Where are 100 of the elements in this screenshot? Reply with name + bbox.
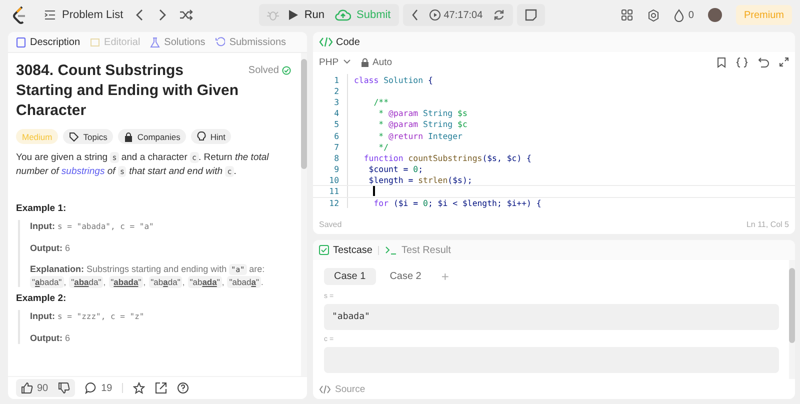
dislike-button[interactable] <box>53 379 76 397</box>
comment-icon <box>85 382 98 394</box>
tag-chip[interactable]: Topics <box>63 129 114 144</box>
input-field[interactable]: "abada" <box>324 304 779 330</box>
streak-counter[interactable]: 0 <box>674 8 694 22</box>
line-number: 12 <box>328 198 339 208</box>
substring-example: "abada" , <box>69 277 106 287</box>
drop-icon <box>674 8 684 22</box>
auto-mode-label[interactable]: Auto <box>360 56 392 68</box>
run-button[interactable]: Run <box>289 9 324 21</box>
code-line: * @return Integer <box>378 130 462 141</box>
thumbs-down-icon <box>58 382 70 394</box>
layout-grid-icon[interactable] <box>621 9 634 21</box>
substring-example: "abada" , <box>30 277 66 287</box>
note-icon[interactable] <box>524 9 537 21</box>
substring-example: "abada" , <box>148 277 185 287</box>
line-number: 2 <box>333 86 339 96</box>
expand-icon[interactable] <box>779 57 789 67</box>
logo-icon[interactable] <box>12 6 28 24</box>
panel-tab[interactable]: Solutions <box>150 36 206 48</box>
lightbulb-icon <box>197 131 206 142</box>
scrollbar[interactable] <box>789 260 795 379</box>
thumbs-up-icon <box>21 382 33 394</box>
language-dropdown[interactable]: PHP <box>319 56 351 68</box>
flask-icon <box>150 36 160 48</box>
panel-tab[interactable]: Test Result <box>385 244 451 256</box>
save-status: Saved <box>319 220 342 228</box>
chevron-left-icon[interactable] <box>135 9 146 21</box>
cloud-upload-icon <box>334 9 350 21</box>
code-icon <box>319 37 333 47</box>
like-button[interactable]: 90 <box>16 379 54 397</box>
terminal-icon <box>385 245 398 255</box>
help-icon[interactable] <box>177 382 190 394</box>
avatar[interactable] <box>708 8 722 22</box>
example-output-text: Output: 6 <box>30 242 71 254</box>
book-icon <box>90 36 100 48</box>
example-heading: Example 2: <box>16 293 68 304</box>
scrollbar[interactable] <box>301 53 307 376</box>
line-number: 7 <box>333 142 339 152</box>
list-icon <box>44 9 56 21</box>
substring-example: "abada" . <box>227 277 264 287</box>
code-tab[interactable]: Code <box>319 36 360 48</box>
shuffle-icon[interactable] <box>179 9 194 21</box>
panel-tab[interactable]: Description <box>16 36 80 48</box>
example-input-text: Input: s = "abada", c = "a" <box>30 220 155 233</box>
lock-icon <box>360 58 369 66</box>
panel-tab[interactable]: Submissions <box>215 36 286 48</box>
code-line: * @param String $c <box>378 119 468 130</box>
undo-icon[interactable] <box>758 56 769 68</box>
cursor-position: Ln 11, Col 5 <box>746 220 789 228</box>
check-circle-icon <box>282 66 291 75</box>
case-tab[interactable]: Case 2 <box>380 268 432 285</box>
code-line: /** <box>372 96 389 107</box>
panel-tab[interactable]: Testcase <box>319 244 372 256</box>
line-number: 9 <box>333 164 339 174</box>
braces-icon[interactable] <box>736 56 748 68</box>
tag-chip[interactable]: Companies <box>118 129 186 144</box>
text-cursor <box>373 186 374 196</box>
chevron-right-icon[interactable] <box>157 9 168 21</box>
code-line: * @param String $s <box>378 108 468 118</box>
example-heading: Example 1: <box>16 203 68 214</box>
tag-chip[interactable]: Hint <box>191 129 232 144</box>
line-number: 3 <box>333 96 339 107</box>
tag-icon <box>69 132 80 142</box>
line-number: 1 <box>333 74 339 85</box>
line-number: 4 <box>333 108 339 118</box>
share-icon[interactable] <box>155 382 168 394</box>
code-line: */ <box>378 142 389 152</box>
play-circle-icon <box>428 9 441 21</box>
doc-icon <box>16 36 26 48</box>
example-input-text: Input: s = "zzz", c = "z" <box>30 310 146 323</box>
comments-button[interactable]: 19 <box>85 382 112 394</box>
problem-list-button[interactable]: Problem List <box>44 9 124 21</box>
line-number: 6 <box>333 130 339 141</box>
case-tab[interactable]: Case 1 <box>324 268 376 285</box>
line-number: 11 <box>328 186 339 196</box>
line-number: 8 <box>333 152 339 163</box>
refresh-icon[interactable] <box>492 9 505 21</box>
lock-icon <box>124 132 134 142</box>
substring-example: "abada" , <box>108 277 146 287</box>
code-icon <box>319 384 331 394</box>
code-line: $length = strlen($s); <box>368 175 472 186</box>
problem-title: 3084. Count Substrings Starting and Ending with Given Character <box>16 61 240 121</box>
bookmark-icon[interactable] <box>717 56 726 68</box>
substrings-link[interactable]: substrings <box>61 166 105 177</box>
solved-status: Solved <box>248 65 291 76</box>
example-output-text: Output: 6 <box>30 332 71 344</box>
history-icon <box>215 36 226 48</box>
line-number: 10 <box>328 175 339 186</box>
star-icon[interactable] <box>133 382 146 394</box>
code-line: for ($i = 0; $i < $length; $i++) { <box>372 198 542 208</box>
substring-example: "abada" , <box>188 277 224 287</box>
settings-icon[interactable] <box>647 8 660 22</box>
checkbox-icon <box>319 245 329 255</box>
chevron-down-icon <box>342 59 351 65</box>
code-line: class Solution { <box>354 74 433 85</box>
code-line: function countSubstrings($s, $c) { <box>362 152 532 163</box>
line-number: 5 <box>333 119 339 130</box>
chevron-left-icon[interactable] <box>410 9 419 21</box>
play-icon <box>289 10 298 20</box>
